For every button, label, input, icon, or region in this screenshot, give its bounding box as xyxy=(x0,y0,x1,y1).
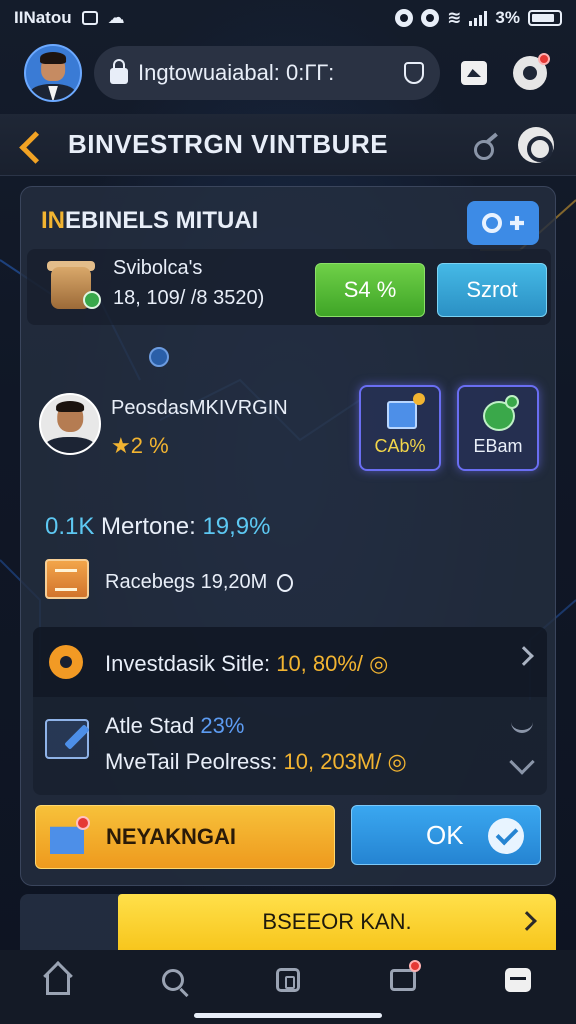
url-bar[interactable]: Ingtowuaiabal: 0:ГГ: xyxy=(94,46,440,100)
section-title-text: EBINELS MITUAI xyxy=(65,207,259,234)
tile-cab[interactable]: CAb% xyxy=(359,385,441,471)
shield-icon[interactable] xyxy=(404,62,424,84)
tile-label: CAb% xyxy=(374,436,426,456)
check-icon xyxy=(488,818,524,854)
details-row[interactable]: Investdasik Sitle: 10, 80%/ ◎ xyxy=(33,627,547,697)
avatar[interactable] xyxy=(24,44,82,102)
edit-icon[interactable] xyxy=(45,719,89,759)
tab-icon xyxy=(461,61,487,85)
home-icon xyxy=(45,973,70,995)
nav-search[interactable] xyxy=(151,958,195,1002)
anchor-icon[interactable] xyxy=(511,711,533,733)
wifi-icon: ≋ xyxy=(447,8,462,27)
state-line: Atle Stad 23% xyxy=(105,713,244,739)
box-icon xyxy=(387,393,425,429)
search-icon xyxy=(161,969,184,991)
details-row-text: Investdasik Sitle: 10, 80%/ ◎ xyxy=(105,651,388,677)
nav-square[interactable] xyxy=(266,958,310,1002)
cloud-icon: ☁ xyxy=(107,8,125,27)
percent-button[interactable]: S4 % xyxy=(315,263,425,317)
square-icon xyxy=(275,968,300,992)
details-row-value: 10, 80%/ ◎ xyxy=(276,651,389,676)
bottom-nav xyxy=(0,950,576,1024)
details-row-label: Investdasik Sitle: xyxy=(105,651,271,676)
card-settings-button[interactable] xyxy=(467,201,539,245)
progress-line: MveTail Peolress: 10, 203M/ ◎ xyxy=(105,749,407,775)
stat-value-a: 0.1K xyxy=(45,513,95,540)
section-title-highlight: IN xyxy=(41,207,65,234)
brand-icon[interactable] xyxy=(22,130,52,160)
banner-label: BSEEOR KAN. xyxy=(262,909,412,934)
tile-ebam[interactable]: EBam xyxy=(457,385,539,471)
section-title: INEBINELS MITUAI xyxy=(41,207,258,235)
app-header: BINVESTRGN VINTBURE xyxy=(0,114,576,176)
settings-button[interactable] xyxy=(508,51,552,95)
notification-icon xyxy=(81,11,98,25)
chevron-right-icon xyxy=(517,911,537,931)
gear-icon xyxy=(44,640,88,684)
start-button[interactable]: Szrot xyxy=(437,263,547,317)
nav-bag[interactable] xyxy=(381,958,425,1002)
info-icon[interactable] xyxy=(149,347,169,367)
chat-icon xyxy=(483,395,519,431)
stat-line: 0.1K Mertone: 19,9% xyxy=(45,513,271,541)
tabs-button[interactable] xyxy=(452,51,496,95)
bag-icon xyxy=(390,969,417,991)
summary-value: 18, 109/ /8 3520) xyxy=(113,287,265,309)
battery-icon xyxy=(528,10,562,26)
record-icon xyxy=(395,9,414,27)
signal-icon xyxy=(469,10,488,26)
person-avatar[interactable] xyxy=(39,393,101,455)
tile-label: EBam xyxy=(473,436,523,456)
progress-value: 10, 203M/ ◎ xyxy=(283,749,407,774)
download-icon[interactable] xyxy=(276,573,293,592)
cog-icon xyxy=(482,213,502,233)
banner-button[interactable]: BSEEOR KAN. xyxy=(118,894,556,950)
home-indicator[interactable] xyxy=(194,1013,382,1018)
primary-action-button[interactable]: NEYAKNGAI xyxy=(35,805,335,869)
state-label: Atle Stad xyxy=(105,713,195,738)
status-bar: IINatou ☁ ≋ 3% xyxy=(0,0,576,36)
jar-icon xyxy=(47,259,101,311)
person-name: PeosdasMKIVRGIN xyxy=(111,397,288,419)
details-panel: Investdasik Sitle: 10, 80%/ ◎ Atle Stad … xyxy=(33,627,547,795)
nav-menu[interactable] xyxy=(496,958,540,1002)
browser-top-bar: Ingtowuaiabal: 0:ГГ: xyxy=(0,38,576,108)
puzzle-icon xyxy=(510,216,524,230)
banner-container: BSEEOR KAN. xyxy=(20,894,556,950)
stat-value-b: 19,9% xyxy=(202,513,271,540)
alarm-icon xyxy=(421,9,440,27)
notification-dot-icon xyxy=(76,816,90,830)
carrier-label: IINatou xyxy=(14,8,72,27)
target-icon[interactable] xyxy=(518,126,554,163)
menu-icon xyxy=(505,968,532,992)
main-card: INEBINELS MITUAI Svibolca's 18, 109/ /8 … xyxy=(20,186,556,886)
ok-label: OK xyxy=(426,819,464,850)
state-value: 23% xyxy=(200,713,245,738)
notification-dot-icon xyxy=(409,960,422,972)
lock-icon xyxy=(110,59,128,84)
page-title: BINVESTRGN VINTBURE xyxy=(68,129,389,159)
arrow-down-icon[interactable] xyxy=(509,749,535,775)
primary-action-label: NEYAKNGAI xyxy=(106,824,236,849)
summary-label: Svibolca's xyxy=(113,257,203,279)
progress-label: MveTail Peolress: xyxy=(105,749,278,774)
nav-home[interactable] xyxy=(36,958,80,1002)
document-line: Racebegs 19,20M xyxy=(105,571,293,594)
summary-panel: Svibolca's 18, 109/ /8 3520) S4 % Szrot xyxy=(27,249,551,325)
url-text: Ingtowuaiabal: 0:ГГ: xyxy=(138,60,335,85)
person-rating: ★2 % xyxy=(111,433,169,458)
battery-percent: 3% xyxy=(495,8,520,27)
document-text: Racebegs 19,20M xyxy=(105,571,268,593)
document-icon xyxy=(45,559,89,599)
notification-dot-icon xyxy=(538,53,550,65)
key-icon[interactable] xyxy=(472,130,502,160)
stat-label: Mertone: xyxy=(101,513,196,540)
chevron-right-icon[interactable] xyxy=(514,646,534,666)
ok-button[interactable]: OK xyxy=(351,805,541,865)
